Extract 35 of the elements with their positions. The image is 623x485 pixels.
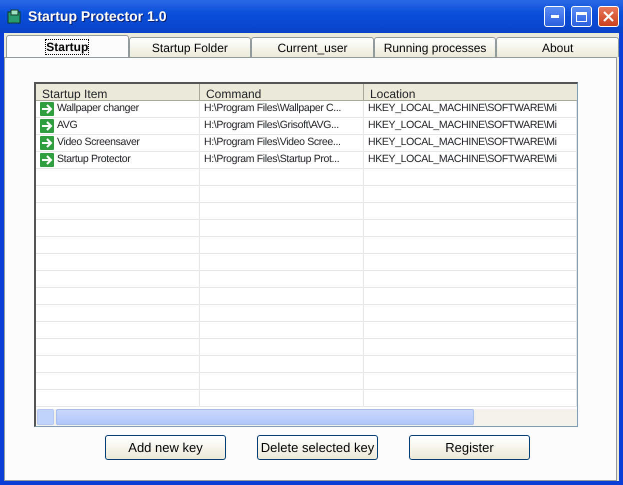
minimize-button[interactable] <box>544 6 565 27</box>
action-button[interactable]: Register <box>409 435 530 460</box>
tab[interactable]: Startup <box>6 35 129 57</box>
arrow-icon <box>40 136 54 150</box>
table-cell-text: Startup Protector <box>57 152 130 168</box>
minimize-icon <box>550 15 558 18</box>
tab[interactable]: About <box>496 37 619 57</box>
table-cell-text: AVG <box>57 118 78 134</box>
action-button[interactable]: Add new key <box>105 435 226 460</box>
table-cell-text: H:\Program Files\Startup Prot... <box>204 152 340 168</box>
table-cell-text: Wallpaper changer <box>57 101 139 116</box>
horizontal-scrollbar[interactable] <box>36 409 577 426</box>
table-cell-text: Video Screensaver <box>57 135 140 150</box>
table-cell-text: HKEY_LOCAL_MACHINE\SOFTWARE\Mi <box>368 135 557 150</box>
table-cell-text: HKEY_LOCAL_MACHINE\SOFTWARE\Mi <box>368 118 557 134</box>
app-icon <box>6 8 22 24</box>
table-cell-text: H:\Program Files\Wallpaper C... <box>204 101 341 116</box>
column-header[interactable]: Location <box>364 84 577 100</box>
close-icon <box>603 11 614 22</box>
close-button[interactable] <box>598 6 619 27</box>
maximize-button[interactable] <box>571 6 592 27</box>
arrow-icon <box>40 119 54 133</box>
table-cell-text: HKEY_LOCAL_MACHINE\SOFTWARE\Mi <box>368 152 557 168</box>
action-button[interactable]: Delete selected key <box>257 435 378 460</box>
table-cell-text: H:\Program Files\Grisoft\AVG... <box>204 118 339 134</box>
tab[interactable]: Running processes <box>374 37 496 57</box>
arrow-icon <box>40 102 54 116</box>
tab[interactable]: Current_user <box>251 37 374 57</box>
window-title: Startup Protector 1.0 <box>28 7 168 26</box>
arrow-icon <box>40 153 54 167</box>
table-cell-text: H:\Program Files\Video Scree... <box>204 135 341 150</box>
column-header[interactable]: Command <box>200 84 364 100</box>
maximize-icon <box>576 12 587 22</box>
table-cell-text: HKEY_LOCAL_MACHINE\SOFTWARE\Mi <box>368 101 557 116</box>
tab[interactable]: Startup Folder <box>128 37 252 57</box>
